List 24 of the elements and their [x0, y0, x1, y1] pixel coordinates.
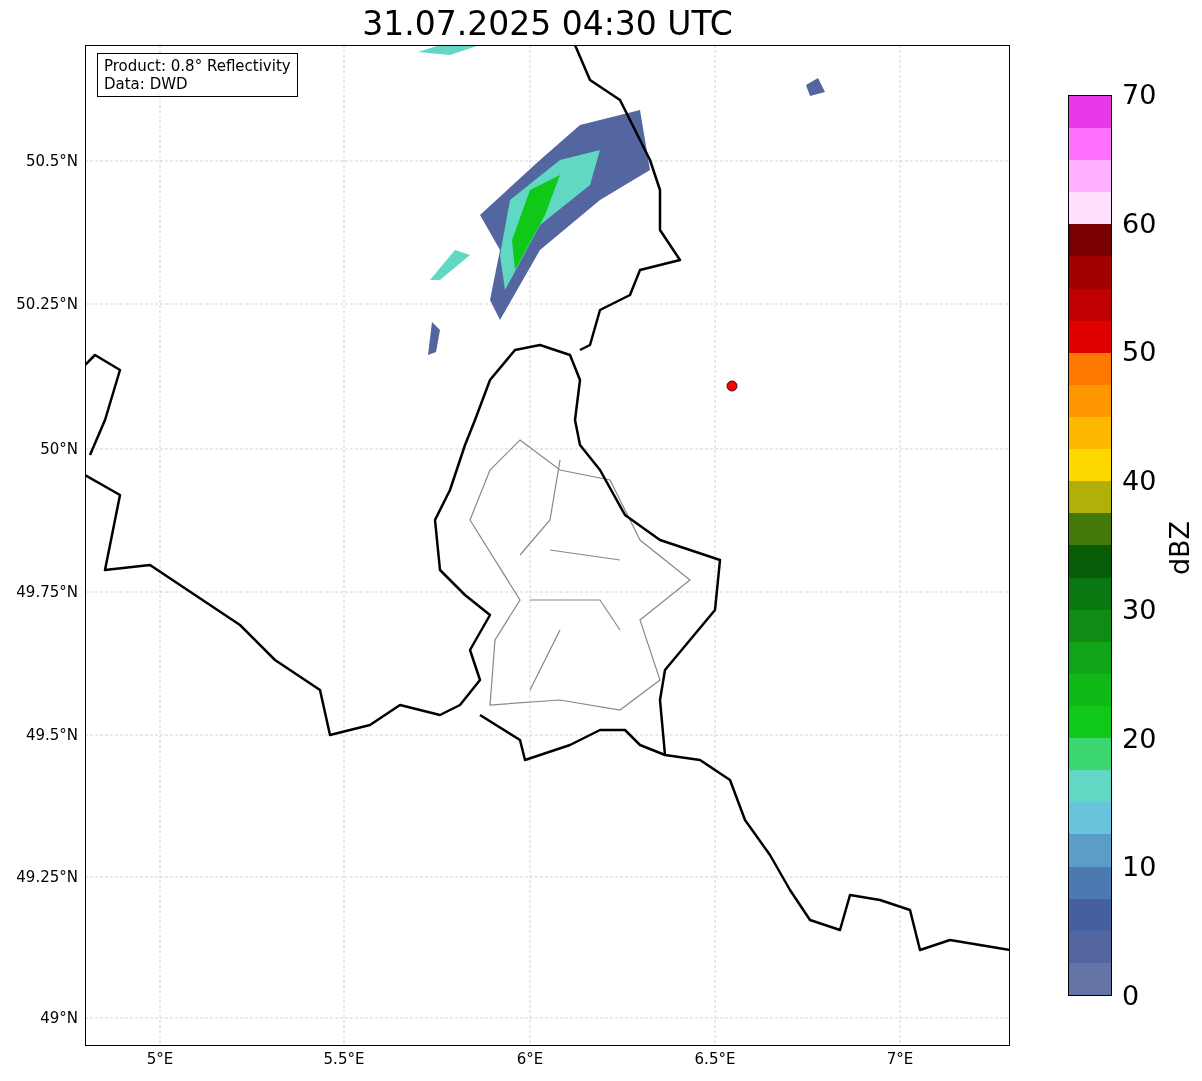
latitude-label: 50°N — [40, 440, 78, 458]
colorbar-tick-label: 60 — [1122, 207, 1157, 240]
longitude-label: 6°E — [515, 1050, 545, 1068]
latitude-label: 50.25°N — [16, 295, 78, 313]
colorbar-tick-label: 40 — [1122, 465, 1157, 498]
longitude-label: 6.5°E — [693, 1050, 737, 1068]
longitude-label: 5.5°E — [322, 1050, 366, 1068]
latitude-label: 49.25°N — [16, 868, 78, 886]
colorbar-tick-label: 20 — [1122, 722, 1157, 755]
colorbar-tick-label: 10 — [1122, 851, 1157, 884]
legend-text: Product: 0.8° Reflectivity — [104, 57, 291, 75]
latitude-label: 49.75°N — [16, 583, 78, 601]
chart-title: 31.07.2025 04:30 UTC — [361, 4, 734, 44]
legend-text: Data: DWD — [104, 75, 189, 93]
colorbar-tick-label: 30 — [1122, 593, 1157, 626]
latitude-label: 49°N — [40, 1009, 78, 1027]
longitude-label: 5°E — [145, 1050, 175, 1068]
colorbar-tick-label: 70 — [1122, 79, 1157, 111]
colorbar-tick-label: 50 — [1122, 336, 1157, 369]
longitude-label: 7°E — [885, 1050, 915, 1068]
colorbar-tick-label: 0 — [1122, 980, 1140, 1012]
latitude-label: 50.5°N — [25, 152, 78, 170]
colorbar-label: dBZ — [1164, 520, 1196, 576]
latitude-label: 49.5°N — [25, 726, 78, 744]
